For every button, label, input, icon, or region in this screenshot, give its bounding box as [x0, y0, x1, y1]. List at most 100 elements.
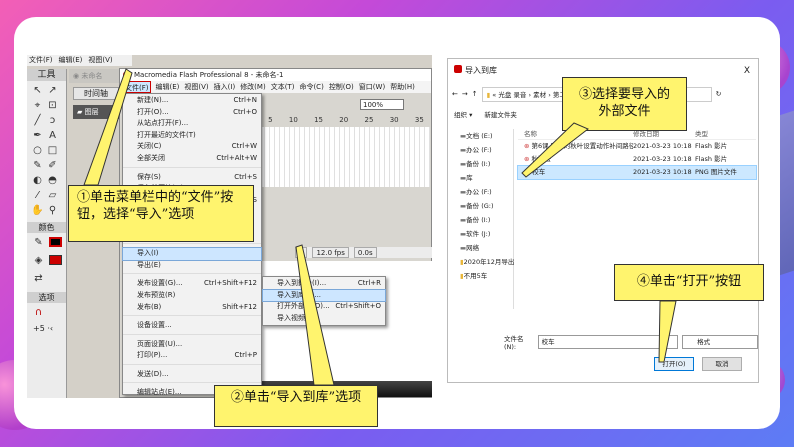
- ink-bottle-icon[interactable]: ◐: [30, 173, 45, 188]
- nav-item[interactable]: ▮ 2020年12月导出: [452, 255, 514, 269]
- nav-item[interactable]: ▬ 备份 (I:): [452, 157, 513, 171]
- fill-transform-tool-icon[interactable]: ⊡: [45, 98, 60, 113]
- nav-item[interactable]: ▬ 软件 (J:): [452, 227, 513, 241]
- drive-icon: ▬: [460, 146, 467, 154]
- file-menu-item[interactable]: 从站点打开(F)...: [123, 118, 261, 130]
- timeline-ruler: 5 10 15 20 25 30 35: [268, 116, 424, 124]
- line-tool-icon[interactable]: ╱: [30, 113, 45, 128]
- lasso-tool-icon[interactable]: ↄ: [45, 113, 60, 128]
- file-menu-item[interactable]: 发布(B) Shift+F12: [123, 302, 261, 314]
- file-row[interactable]: ⊛ 第6课 飘落的秋叶设置动作补间路径显示范...2021-03-23 10:1…: [518, 140, 756, 153]
- zoom-tool-icon[interactable]: ⚲: [45, 203, 60, 218]
- fill-color-icon[interactable]: ◈: [31, 253, 46, 268]
- file-menu-item[interactable]: 全部关闭 Ctrl+Alt+W: [123, 153, 261, 165]
- timeline-tab[interactable]: 时间轴: [73, 87, 119, 100]
- file-menu-item[interactable]: 页面设置(U)...: [123, 339, 261, 351]
- inner-menu-help[interactable]: 帮助(H): [390, 81, 415, 93]
- brush-tool-icon[interactable]: ✐: [45, 158, 60, 173]
- fill-swatch[interactable]: [49, 255, 62, 265]
- file-menu-item[interactable]: 导出(E): [123, 260, 261, 272]
- menu-view[interactable]: 视图(V): [88, 55, 112, 66]
- organize-button[interactable]: 组织 ▾: [454, 109, 472, 119]
- file-menu-item[interactable]: 发布预览(R): [123, 290, 261, 302]
- menu-file[interactable]: 文件(F): [29, 55, 53, 66]
- paint-bucket-icon[interactable]: ◓: [45, 173, 60, 188]
- file-menu-item[interactable]: 发送(D)...: [123, 369, 261, 381]
- nav-item[interactable]: ▮ 不用5车: [452, 269, 513, 283]
- inner-menu-edit[interactable]: 编辑(E): [156, 81, 180, 93]
- nav-item[interactable]: ▬ 文档 (E:): [452, 129, 513, 143]
- swap-colors-icon[interactable]: ⇄: [31, 271, 46, 286]
- drive-icon: ▬: [460, 160, 467, 168]
- layer-icon: ▰: [77, 108, 85, 116]
- inner-menu-window[interactable]: 窗口(W): [359, 81, 385, 93]
- free-transform-tool-icon[interactable]: ⌖: [30, 98, 45, 113]
- current-frame: 1: [295, 247, 308, 258]
- subselect-tool-icon[interactable]: ↗: [45, 83, 60, 98]
- inner-menu-text[interactable]: 文本(T): [271, 81, 295, 93]
- drive-icon: ▬: [460, 244, 467, 252]
- inner-menu-insert[interactable]: 插入(I): [214, 81, 236, 93]
- col-type[interactable]: 类型: [695, 129, 750, 139]
- nav-item[interactable]: ▬ 办公 (F:): [452, 185, 513, 199]
- new-folder-button[interactable]: 新建文件夹: [484, 109, 517, 119]
- eraser-icon[interactable]: ▱: [45, 188, 60, 203]
- filename-input[interactable]: 校车: [537, 335, 679, 349]
- cancel-button[interactable]: 取消: [702, 357, 742, 371]
- file-menu-item[interactable]: 导入(I): [122, 247, 262, 261]
- inner-menu-file[interactable]: 文件(F): [123, 81, 151, 93]
- timeline-frames[interactable]: [260, 127, 430, 187]
- import-submenu-item[interactable]: 导入视频...: [263, 313, 385, 325]
- refresh-icon[interactable]: ↻: [716, 90, 722, 98]
- dialog-close-button[interactable]: X: [744, 59, 758, 83]
- file-row[interactable]: ⊛ 秋游去 2021-03-23 10:18 Flash 影片: [518, 153, 756, 166]
- filetype-select[interactable]: 格式: [682, 335, 758, 349]
- nav-item[interactable]: ▬ 库: [452, 171, 513, 185]
- arrow-tool-icon[interactable]: ↖: [30, 83, 45, 98]
- drive-icon: ▬: [460, 230, 467, 238]
- import-submenu-item[interactable]: 导入到库(L)...: [262, 288, 386, 303]
- pen-tool-icon[interactable]: ✒: [30, 128, 45, 143]
- drive-icon: ▬: [460, 174, 467, 182]
- inner-menu-view[interactable]: 视图(V): [184, 81, 208, 93]
- drive-icon: ▬: [460, 188, 467, 196]
- hand-tool-icon[interactable]: ✋: [30, 203, 45, 218]
- file-menu-item[interactable]: 打开最近的文件(T): [123, 130, 261, 142]
- nav-item[interactable]: ▬ 办公 (F:): [452, 143, 513, 157]
- file-menu-item[interactable]: 发布设置(G)... Ctrl+Shift+F12: [123, 278, 261, 290]
- png-file-icon: ▦: [524, 168, 533, 176]
- nav-item[interactable]: ▬ 备份 (I:): [452, 213, 513, 227]
- pencil-tool-icon[interactable]: ✎: [30, 158, 45, 173]
- zoom-select[interactable]: 100%: [360, 99, 404, 110]
- inner-menu-control[interactable]: 控制(O): [329, 81, 354, 93]
- snap-magnet-icon[interactable]: ∩: [31, 305, 46, 320]
- import-submenu-item[interactable]: 导入到舞台(I)... Ctrl+R: [263, 278, 385, 290]
- nav-item[interactable]: ▬ 备份 (G:): [452, 199, 513, 213]
- file-menu-item[interactable]: 保存(S) Ctrl+S: [123, 172, 261, 184]
- forward-arrow-icon[interactable]: →: [462, 90, 468, 98]
- file-menu-item[interactable]: 关闭(C) Ctrl+W: [123, 141, 261, 153]
- inner-menu-modify[interactable]: 修改(M): [240, 81, 266, 93]
- import-submenu-item[interactable]: 打开外部库(O)... Ctrl+Shift+O: [263, 301, 385, 313]
- nav-item[interactable]: ▬ 网络: [452, 241, 513, 255]
- stroke-swatch[interactable]: [49, 237, 62, 247]
- eyedropper-icon[interactable]: ⁄: [30, 188, 45, 203]
- drive-icon: ▮: [460, 258, 464, 266]
- open-button[interactable]: 打开(O): [654, 357, 694, 371]
- file-menu-item[interactable]: 新建(N)... Ctrl+N: [123, 95, 261, 107]
- file-menu-item[interactable]: 设备设置...: [123, 320, 261, 332]
- back-arrow-icon[interactable]: ←: [452, 90, 458, 98]
- text-tool-icon[interactable]: A: [45, 128, 60, 143]
- file-row[interactable]: ▦ 校车 2021-03-23 10:18 PNG 图片文件: [517, 165, 757, 180]
- rectangle-tool-icon[interactable]: □: [45, 143, 60, 158]
- stroke-color-icon[interactable]: ✎: [31, 235, 46, 250]
- inner-menu-commands[interactable]: 命令(C): [299, 81, 323, 93]
- smooth-straighten-icon[interactable]: +5 ·‹: [27, 322, 66, 335]
- file-menu-item[interactable]: 打印(P)... Ctrl+P: [123, 350, 261, 362]
- menu-edit[interactable]: 编辑(E): [59, 55, 83, 66]
- oval-tool-icon[interactable]: ○: [30, 143, 45, 158]
- file-menu-item[interactable]: 打开(O)... Ctrl+O: [123, 107, 261, 119]
- flash-file-icon: [454, 65, 462, 73]
- up-arrow-icon[interactable]: ↑: [472, 90, 478, 98]
- swf-file-icon: ⊛: [524, 155, 532, 163]
